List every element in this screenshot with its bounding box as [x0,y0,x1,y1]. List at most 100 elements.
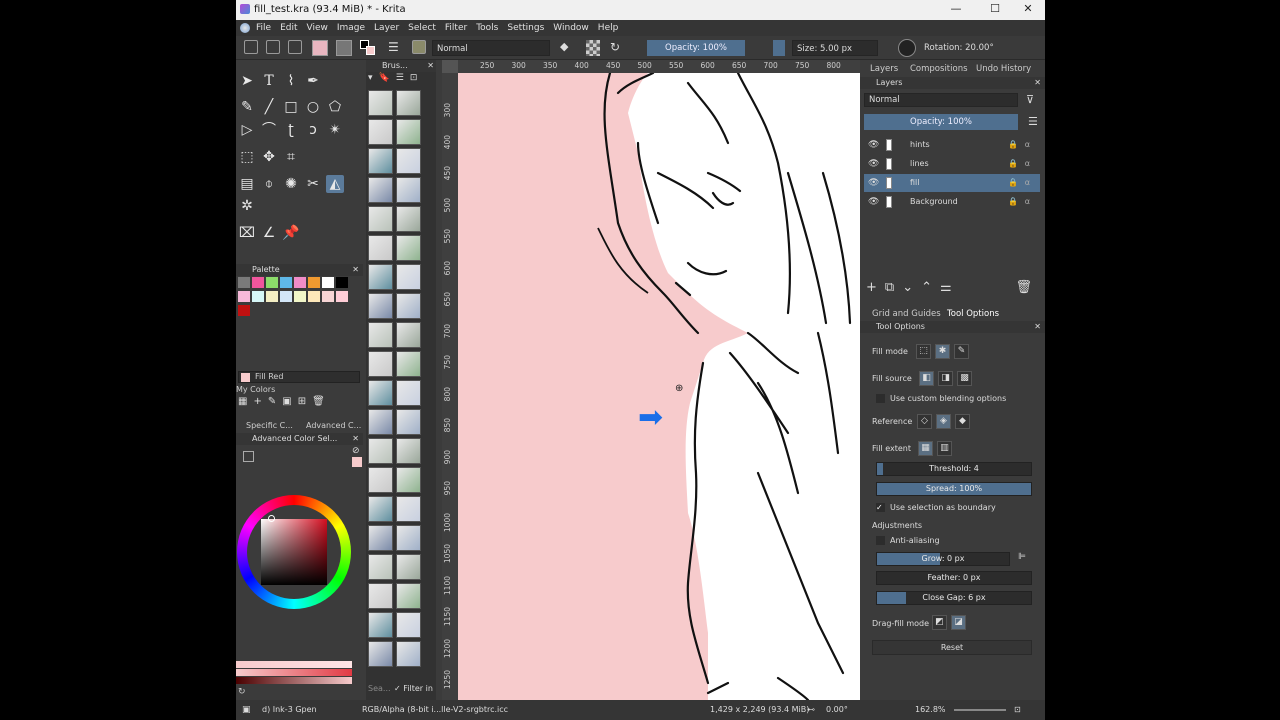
brush-preset[interactable] [396,554,421,580]
advanced-color-close-icon[interactable]: ✕ [352,433,359,445]
fill-extent-similar-button[interactable]: ▦ [918,441,933,456]
fg-bg-color-icon[interactable] [360,40,376,56]
brush-search-input[interactable]: Sea... [368,684,391,693]
current-color-selector[interactable]: Fill Red [238,371,360,383]
layers-close-icon[interactable]: ✕ [1034,77,1041,89]
multibrush-tool-icon[interactable]: ✴ [326,121,344,139]
brush-preset[interactable] [368,612,393,638]
color-picker-tool-icon[interactable]: ⌽ [260,175,278,193]
tab-tool-options[interactable]: Tool Options [947,309,999,319]
menu-view[interactable]: View [307,23,328,33]
layer-options-icon[interactable]: ☰ [1028,115,1038,128]
alpha-lock-icon[interactable]: α [1025,136,1030,154]
palette-swatch[interactable] [266,277,278,288]
brush-preset[interactable] [368,322,393,348]
menu-edit[interactable]: Edit [280,23,297,33]
add-layer-icon[interactable]: + [866,280,885,295]
rotation-field[interactable]: Rotation: 20.00° [920,40,1038,56]
crop-tool-icon[interactable]: ⌗ [282,148,300,166]
reference-all-layers-button[interactable]: ◈ [936,414,951,429]
tab-layers[interactable]: Layers [870,64,898,74]
brush-preset[interactable] [368,264,393,290]
tab-specific-color[interactable]: Specific C... [246,421,293,430]
text-tool-icon[interactable]: T [260,72,278,90]
brush-dock-close-icon[interactable]: ✕ [427,60,434,72]
bezier-tool-icon[interactable]: ⌒ [260,121,278,139]
assistant-tool-icon[interactable]: ✲ [238,197,256,215]
brush-settings-icon[interactable]: ☰ [388,40,404,56]
brush-preset[interactable] [396,148,421,174]
menu-select[interactable]: Select [408,23,436,33]
minimize-button[interactable]: — [942,2,970,18]
menu-image[interactable]: Image [337,23,365,33]
layer-blend-mode-select[interactable]: Normal [864,93,1018,107]
gradient-preset-icon[interactable] [312,40,328,56]
tab-grid-guides[interactable]: Grid and Guides [872,309,941,319]
brush-preset[interactable] [396,235,421,261]
close-button[interactable]: ✕ [1014,2,1042,18]
brush-preset[interactable] [396,496,421,522]
lock-icon[interactable]: 🔒 [1008,193,1018,211]
brush-preset[interactable] [368,467,393,493]
layer-row[interactable]: 👁 fill 🔒 α [864,174,1040,192]
anti-aliasing-checkbox[interactable] [876,536,885,545]
transform-tool-icon[interactable]: ⬚ [238,148,256,166]
grow-slider[interactable]: Grow: 0 px [876,552,1010,566]
palette-swatch[interactable] [336,291,348,302]
measure-tool-icon[interactable]: ∠ [260,224,278,242]
pattern-preset-icon[interactable] [336,40,352,56]
brush-preset[interactable] [368,641,393,667]
brush-preset[interactable] [396,177,421,203]
move-tool-icon[interactable]: ✥ [260,148,278,166]
palette-swatch[interactable] [238,305,250,316]
visibility-eye-icon[interactable]: 👁 [868,193,879,211]
reset-color-icon[interactable]: ⊘ [352,446,362,456]
brush-preset[interactable] [368,235,393,261]
palette-grid-icon[interactable]: ▦ [238,396,253,407]
color-slider-2[interactable] [236,669,352,676]
dynamic-brush-tool-icon[interactable]: ↄ [304,121,322,139]
tab-undo-history[interactable]: Undo History [976,64,1031,74]
visibility-eye-icon[interactable]: 👁 [868,136,879,154]
lock-icon[interactable]: 🔒 [1008,136,1018,154]
brush-preset[interactable] [396,322,421,348]
brush-preset[interactable] [368,583,393,609]
brush-import-icon[interactable]: ⊡ [410,73,424,83]
palette-swatch[interactable] [266,291,278,302]
menu-file[interactable]: File [256,23,271,33]
brush-preset[interactable] [368,206,393,232]
feather-slider[interactable]: Feather: 0 px [876,571,1032,585]
layer-row[interactable]: 👁 hints 🔒 α [864,136,1040,154]
brush-filter-checkbox[interactable]: ✓ Filter in [394,684,433,693]
add-swatch-icon[interactable]: + [253,396,267,407]
fill-mode-boundary-button[interactable]: ✎ [954,344,969,359]
select-shapes-tool-icon[interactable]: ➤ [238,72,256,90]
grow-lock-icon[interactable]: ⊫ [1018,552,1026,562]
brush-preset[interactable] [368,554,393,580]
palette-swatch[interactable] [308,291,320,302]
freehand-brush-tool-icon[interactable]: ✎ [238,98,256,116]
preserve-alpha-icon[interactable] [586,40,600,56]
reference-labeled-layers-button[interactable]: ◆ [955,414,970,429]
brush-preset[interactable] [368,90,393,116]
tab-advanced-color[interactable]: Advanced C... [306,421,361,430]
visibility-eye-icon[interactable]: 👁 [868,155,879,173]
palette-swatch[interactable] [280,291,292,302]
save-palette-icon[interactable]: ▣ [282,396,297,407]
fill-source-bg-button[interactable]: ◨ [938,371,953,386]
spread-slider[interactable]: Spread: 100% [876,482,1032,496]
palette-swatch[interactable] [322,277,334,288]
fill-tool-icon[interactable]: ◭ [326,175,344,193]
menu-layer[interactable]: Layer [374,23,399,33]
reload-preset-icon[interactable]: ↻ [610,40,624,56]
freehand-path-tool-icon[interactable]: ʈ [282,121,300,139]
delete-layer-icon[interactable]: 🗑 [1015,280,1040,295]
polygon-tool-icon[interactable]: ⬠ [326,98,344,116]
brush-preset[interactable] [396,525,421,551]
move-layer-up-icon[interactable]: ⌃ [921,280,940,295]
brush-preset[interactable] [396,90,421,116]
fill-mode-region-button[interactable]: ⬚ [916,344,931,359]
menu-settings[interactable]: Settings [507,23,544,33]
zoom-slider[interactable] [954,709,1006,711]
edit-shapes-tool-icon[interactable]: ⌇ [282,72,300,90]
